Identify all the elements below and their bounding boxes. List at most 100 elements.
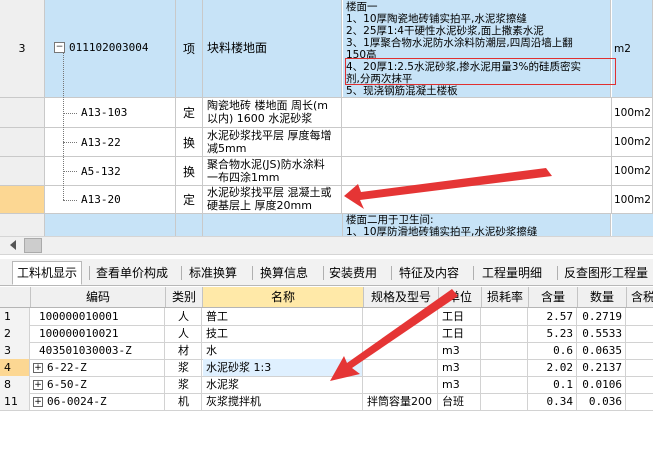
resource-code[interactable]: 100000010001 (31, 308, 165, 325)
quota-type: 定 (176, 186, 203, 213)
tab-standard-conversion[interactable]: 标准换算 (185, 262, 241, 284)
resource-name[interactable]: 水 (203, 342, 363, 359)
resource-name[interactable]: 灰浆搅拌机 (203, 393, 363, 410)
resource-unit[interactable]: m3 (439, 376, 481, 393)
resource-row[interactable]: 4 6-22-Z 浆水泥砂浆 1:3 m3 2.02 0.2137 + (0, 359, 653, 377)
resource-unit[interactable]: m3 (439, 342, 481, 359)
bill-row-next[interactable]: 楼面二用于卫生间: 1、10厚防滑地砖铺实拍平,水泥砂浆擦缝 (0, 214, 653, 236)
header-unit[interactable]: 单位 (439, 287, 482, 307)
resource-spec[interactable] (364, 376, 438, 393)
resource-unit[interactable]: m3 (439, 359, 481, 376)
quota-desc (343, 128, 612, 156)
expand-toggle-icon[interactable]: + (33, 397, 43, 407)
resource-name[interactable]: 普工 (203, 308, 363, 325)
resource-category[interactable]: 人 (166, 325, 202, 342)
quota-code: A13-22 (81, 136, 121, 149)
resource-name[interactable]: 水泥砂浆 1:3 (203, 359, 363, 376)
resource-spec[interactable] (364, 359, 438, 376)
resource-category[interactable]: 浆 (166, 359, 202, 376)
bill-code: 011102003004 (69, 41, 149, 54)
resource-tax[interactable] (627, 308, 653, 325)
resource-name[interactable]: 水泥浆 (203, 376, 363, 393)
expand-toggle-icon[interactable]: + (33, 380, 43, 390)
quota-row[interactable]: A5-132 换 聚合物水泥(JS)防水涂料 一布四涂1mm 100m2 (0, 157, 653, 186)
header-spec[interactable]: 规格及型号 (364, 287, 439, 307)
tab-conversion-info[interactable]: 换算信息 (256, 262, 312, 284)
resource-code[interactable]: 403501030003-Z (31, 342, 165, 359)
resource-quantity[interactable]: 0.0106 (578, 376, 626, 393)
row-number: 4 (0, 359, 30, 376)
resource-tax[interactable] (627, 376, 653, 393)
quota-code: A13-20 (81, 193, 121, 206)
resource-content[interactable]: 0.6 (529, 342, 577, 359)
resource-category[interactable]: 材 (166, 342, 202, 359)
tab-install-fee[interactable]: 安装费用 (325, 262, 381, 284)
header-category[interactable]: 类别 (166, 287, 203, 307)
tab-quantity-detail[interactable]: 工程量明细 (478, 262, 546, 284)
resource-spec[interactable]: 拌筒容量200 (364, 393, 438, 410)
resource-quantity[interactable]: 0.0635 (578, 342, 626, 359)
resource-category[interactable]: 浆 (166, 376, 202, 393)
bill-name: 块料楼地面 (203, 0, 342, 97)
resource-row[interactable]: 8 6-50-Z 浆水泥浆 m3 0.1 0.0106 + (0, 376, 653, 394)
scroll-thumb[interactable] (24, 238, 42, 253)
resource-loss-rate[interactable] (482, 376, 528, 393)
resource-loss-rate[interactable] (482, 359, 528, 376)
resource-code[interactable]: 06-0024-Z (31, 393, 165, 410)
quota-row[interactable]: A13-22 换 水泥砂浆找平层 厚度每增减5mm 100m2 (0, 128, 653, 157)
quota-unit: 100m2 (612, 186, 653, 213)
quota-desc (343, 157, 612, 185)
tab-reverse-lookup[interactable]: 反查图形工程量 (560, 262, 652, 284)
resource-loss-rate[interactable] (482, 325, 528, 342)
resource-category[interactable]: 机 (166, 393, 202, 410)
resource-code[interactable]: 6-50-Z (31, 376, 165, 393)
header-content[interactable]: 含量 (529, 287, 578, 307)
horizontal-scrollbar[interactable] (0, 236, 653, 255)
header-quantity[interactable]: 数量 (578, 287, 627, 307)
resource-code[interactable]: 6-22-Z (31, 359, 165, 376)
resource-row[interactable]: 1 100000010001 人普工 工日 2.57 0.2719 (0, 308, 653, 326)
resource-content[interactable]: 5.23 (529, 325, 577, 342)
header-loss-rate[interactable]: 损耗率 (482, 287, 529, 307)
header-tax-incl[interactable]: 含税 (627, 287, 653, 307)
tab-features[interactable]: 特征及内容 (395, 262, 463, 284)
resource-name[interactable]: 技工 (203, 325, 363, 342)
resource-code[interactable]: 100000010021 (31, 325, 165, 342)
resource-loss-rate[interactable] (482, 393, 528, 410)
resource-unit[interactable]: 台班 (439, 393, 481, 410)
resource-unit[interactable]: 工日 (439, 325, 481, 342)
resource-unit[interactable]: 工日 (439, 308, 481, 325)
resource-content[interactable]: 0.34 (529, 393, 577, 410)
annotation-box (345, 58, 616, 85)
tab-labor-material-machine[interactable]: 工料机显示 (12, 261, 83, 285)
resource-row[interactable]: 2 100000010021 人技工 工日 5.23 0.5533 (0, 325, 653, 343)
resource-content[interactable]: 2.57 (529, 308, 577, 325)
resource-tax[interactable] (627, 342, 653, 359)
resource-spec[interactable] (364, 325, 438, 342)
resource-category[interactable]: 人 (166, 308, 202, 325)
expand-toggle-icon[interactable]: + (33, 363, 43, 373)
resource-quantity[interactable]: 0.036 (578, 393, 626, 410)
resource-spec[interactable] (364, 342, 438, 359)
scroll-left-icon[interactable] (10, 240, 16, 250)
resource-content[interactable]: 0.1 (529, 376, 577, 393)
resource-row[interactable]: 3 403501030003-Z 材水 m3 0.6 0.0635 (0, 342, 653, 360)
resource-quantity[interactable]: 0.5533 (578, 325, 626, 342)
quota-row-selected[interactable]: A13-20 定 水泥砂浆找平层 混凝土或硬基层上 厚度20mm 100m2 (0, 186, 653, 214)
resource-spec[interactable] (364, 308, 438, 325)
row-number: 2 (0, 325, 30, 342)
tree-connector (63, 171, 77, 172)
resource-loss-rate[interactable] (482, 308, 528, 325)
header-code[interactable]: 编码 (31, 287, 166, 307)
quota-row[interactable]: A13-103 定 陶瓷地砖 楼地面 周长(m以内) 1600 水泥砂浆 100… (0, 98, 653, 128)
resource-content[interactable]: 2.02 (529, 359, 577, 376)
header-name[interactable]: 名称 (203, 287, 364, 307)
resource-quantity[interactable]: 0.2719 (578, 308, 626, 325)
tab-unit-price[interactable]: 查看单价构成 (92, 262, 172, 284)
resource-loss-rate[interactable] (482, 342, 528, 359)
resource-tax[interactable] (627, 393, 653, 410)
resource-tax[interactable] (627, 325, 653, 342)
resource-tax[interactable] (627, 359, 653, 376)
resource-row[interactable]: 11 06-0024-Z 机灰浆搅拌机 拌筒容量200 台班 0.34 0.036 + (0, 393, 653, 411)
resource-quantity[interactable]: 0.2137 (578, 359, 626, 376)
